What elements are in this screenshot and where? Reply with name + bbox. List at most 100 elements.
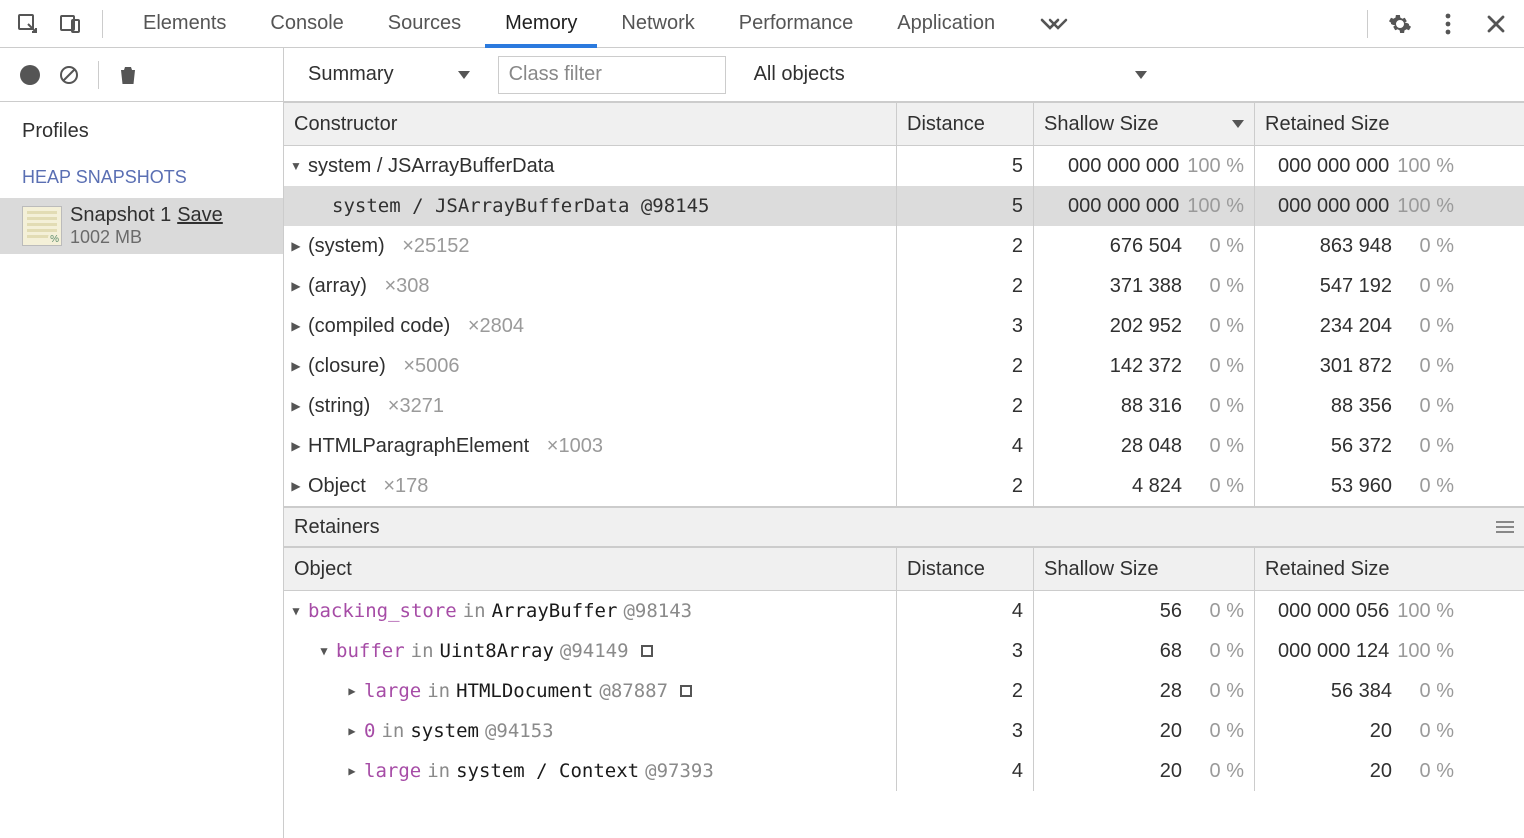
shallow-pct: 100 % <box>1187 155 1244 178</box>
tree-toggle-icon[interactable] <box>290 279 302 293</box>
constructor-row[interactable]: (compiled code) ×28043202 9520 %234 2040… <box>284 306 1524 346</box>
constructor-row[interactable]: (system) ×251522676 5040 %863 9480 % <box>284 226 1524 266</box>
tree-toggle-icon[interactable] <box>290 239 302 253</box>
retainer-prop: large <box>364 760 421 782</box>
retained-pct: 0 % <box>1400 395 1454 418</box>
shallow-pct: 0 % <box>1190 275 1244 298</box>
separator <box>1367 10 1368 38</box>
retainer-prop: large <box>364 680 421 702</box>
retained-pct: 0 % <box>1400 235 1454 258</box>
col-constructor[interactable]: Constructor <box>294 113 397 136</box>
tree-toggle-icon[interactable] <box>290 439 302 453</box>
tab-memory[interactable]: Memory <box>483 0 599 47</box>
tree-toggle-icon[interactable] <box>346 724 358 738</box>
snapshot-size: 1002 MB <box>70 227 275 248</box>
shallow-cell: 28 048 <box>1121 435 1182 458</box>
objects-scope-select[interactable]: All objects <box>744 59 1157 90</box>
col-distance-ret[interactable]: Distance <box>907 558 985 581</box>
retained-cell: 56 384 <box>1331 680 1392 703</box>
distance-cell: 2 <box>897 386 1034 426</box>
chevron-down-icon <box>1135 71 1147 79</box>
retainer-id: @97393 <box>645 760 714 782</box>
col-retained[interactable]: Retained Size <box>1265 113 1390 136</box>
gc-icon[interactable] <box>117 64 139 86</box>
tab-elements[interactable]: Elements <box>121 0 248 47</box>
tab-sources[interactable]: Sources <box>366 0 483 47</box>
chevron-down-icon <box>458 71 470 79</box>
distance-cell: 4 <box>897 591 1034 631</box>
constructor-row[interactable]: HTMLParagraphElement ×1003428 0480 %56 3… <box>284 426 1524 466</box>
record-button[interactable] <box>20 65 40 85</box>
shallow-pct: 0 % <box>1190 760 1244 783</box>
distance-cell: 4 <box>897 426 1034 466</box>
clear-icon[interactable] <box>58 64 80 86</box>
constructor-row[interactable]: Object ×17824 8240 %53 9600 % <box>284 466 1524 506</box>
retainer-row[interactable]: backing_store in ArrayBuffer @981434560 … <box>284 591 1524 631</box>
tab-application[interactable]: Application <box>875 0 1017 47</box>
shallow-pct: 0 % <box>1190 395 1244 418</box>
snapshot-item[interactable]: % Snapshot 1 Save 1002 MB <box>0 198 283 254</box>
class-filter-input[interactable] <box>498 56 726 94</box>
constructor-name: (compiled code) <box>308 315 450 338</box>
devtools-tab-bar: Elements Console Sources Memory Network … <box>0 0 1524 48</box>
tree-toggle-icon[interactable] <box>290 319 302 333</box>
tree-toggle-icon[interactable] <box>318 644 330 658</box>
retained-cell: 20 <box>1370 720 1392 743</box>
snapshot-icon: % <box>22 206 62 246</box>
close-icon[interactable] <box>1482 10 1510 38</box>
retainers-header: Object Distance Shallow Size Retained Si… <box>284 547 1524 591</box>
retainer-row[interactable]: large in HTMLDocument @878872280 %56 384… <box>284 671 1524 711</box>
constructor-row[interactable]: (string) ×3271288 3160 %88 3560 % <box>284 386 1524 426</box>
retainer-id: @94149 <box>560 640 629 662</box>
col-shallow[interactable]: Shallow Size <box>1044 113 1159 136</box>
shallow-pct: 0 % <box>1190 475 1244 498</box>
distance-cell: 5 <box>897 186 1034 226</box>
retained-pct: 100 % <box>1397 640 1454 663</box>
memory-toolbar: Summary All objects <box>0 48 1524 102</box>
col-object[interactable]: Object <box>294 558 352 581</box>
shallow-cell: 142 372 <box>1110 355 1182 378</box>
instance-count: ×2804 <box>468 315 524 338</box>
constructor-row[interactable]: system / JSArrayBufferData5000 000 00010… <box>284 146 1524 186</box>
constructor-row[interactable]: (closure) ×50062142 3720 %301 8720 % <box>284 346 1524 386</box>
col-shallow-ret[interactable]: Shallow Size <box>1044 558 1159 581</box>
retained-cell: 53 960 <box>1331 475 1392 498</box>
constructor-row[interactable]: system / JSArrayBufferData @981455000 00… <box>284 186 1524 226</box>
retainer-id: @87887 <box>599 680 668 702</box>
tab-performance[interactable]: Performance <box>717 0 876 47</box>
constructor-name: (system) <box>308 235 385 258</box>
inspect-icon[interactable] <box>14 10 42 38</box>
constructor-row[interactable]: (array) ×3082371 3880 %547 1920 % <box>284 266 1524 306</box>
shallow-pct: 100 % <box>1187 195 1244 218</box>
retainer-prop: 0 <box>364 720 375 742</box>
retainer-row[interactable]: large in system / Context @973934200 %20… <box>284 751 1524 791</box>
view-select-label: Summary <box>308 63 394 86</box>
tree-toggle-icon[interactable] <box>290 359 302 373</box>
tab-network[interactable]: Network <box>599 0 716 47</box>
retained-cell: 000 000 124 <box>1278 640 1389 663</box>
retainer-type: ArrayBuffer <box>492 600 618 622</box>
snapshot-save-link[interactable]: Save <box>177 204 223 227</box>
tree-toggle-icon[interactable] <box>290 399 302 413</box>
tree-toggle-icon[interactable] <box>290 479 302 493</box>
menu-icon[interactable] <box>1496 521 1514 533</box>
view-select[interactable]: Summary <box>298 59 480 90</box>
retainer-row[interactable]: 0 in system @941533200 %200 % <box>284 711 1524 751</box>
settings-icon[interactable] <box>1386 10 1414 38</box>
tree-toggle-icon[interactable] <box>346 764 358 778</box>
tab-overflow[interactable] <box>1017 0 1091 47</box>
col-retained-ret[interactable]: Retained Size <box>1265 558 1390 581</box>
shallow-cell: 56 <box>1160 600 1182 623</box>
shallow-pct: 0 % <box>1190 600 1244 623</box>
more-icon[interactable] <box>1434 10 1462 38</box>
tree-toggle-icon[interactable] <box>290 604 302 618</box>
tab-console[interactable]: Console <box>248 0 365 47</box>
retainers-section-header[interactable]: Retainers <box>284 507 1524 547</box>
device-toggle-icon[interactable] <box>56 10 84 38</box>
shallow-pct: 0 % <box>1190 435 1244 458</box>
tree-toggle-icon[interactable] <box>290 159 302 173</box>
col-distance[interactable]: Distance <box>907 113 985 136</box>
retainer-row[interactable]: buffer in Uint8Array @941493680 %000 000… <box>284 631 1524 671</box>
retained-pct: 0 % <box>1400 275 1454 298</box>
tree-toggle-icon[interactable] <box>346 684 358 698</box>
